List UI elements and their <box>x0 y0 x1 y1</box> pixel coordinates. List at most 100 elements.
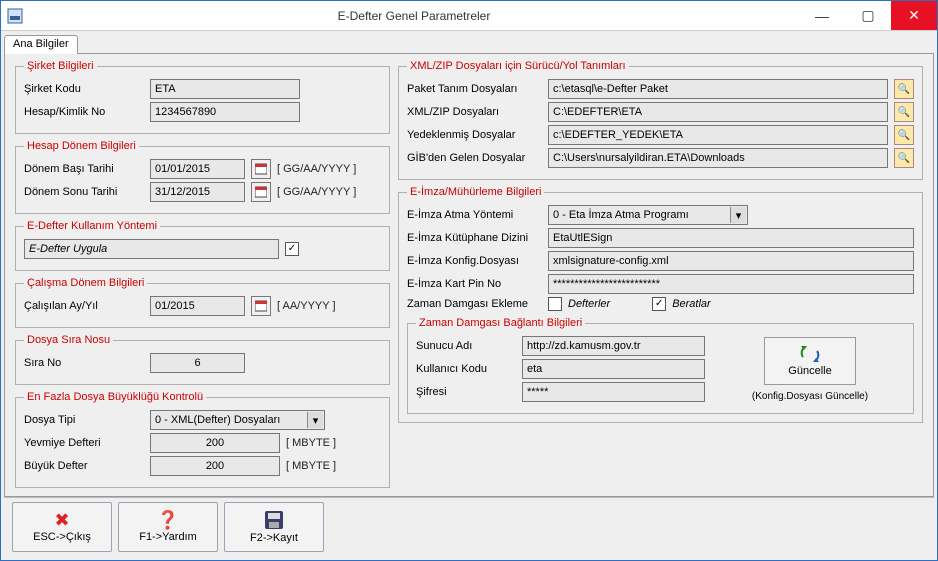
label-workperiod: Çalışılan Ay/Yıl <box>24 300 144 312</box>
legend-period: Hesap Dönem Bilgileri <box>24 140 139 152</box>
esc-exit-label: ESC->Çıkış <box>33 531 91 543</box>
field-workperiod[interactable]: 01/2015 <box>150 296 245 316</box>
titlebar: E-Defter Genel Parametreler — ▢ ✕ <box>1 1 937 31</box>
app-window: E-Defter Genel Parametreler — ▢ ✕ Ana Bi… <box>0 0 938 561</box>
label-ledger: Büyük Defter <box>24 460 144 472</box>
label-period-end: Dönem Sonu Tarihi <box>24 186 144 198</box>
label-filetype: Dosya Tipi <box>24 414 144 426</box>
checkbox-beratlar[interactable] <box>652 297 666 311</box>
select-esign-method[interactable]: 0 - Eta İmza Atma Programı ▾ <box>548 205 748 225</box>
hint-period-end: [ GG/AA/YYYY ] <box>277 186 356 198</box>
update-button[interactable]: Güncelle <box>764 337 856 385</box>
field-journal[interactable]: 200 <box>150 433 280 453</box>
field-period-start[interactable]: 01/01/2015 <box>150 159 245 179</box>
chevron-down-icon: ▾ <box>307 412 323 428</box>
field-xml-path[interactable]: C:\EDEFTER\ETA <box>548 102 888 122</box>
content-area: Ana Bilgiler Şirket Bilgileri Şirket Kod… <box>1 31 937 560</box>
field-seq[interactable]: 6 <box>150 353 245 373</box>
legend-workperiod: Çalışma Dönem Bilgileri <box>24 277 147 289</box>
calendar-icon[interactable] <box>251 182 271 202</box>
label-period-start: Dönem Başı Tarihi <box>24 163 144 175</box>
f1-help-button[interactable]: ❓ F1->Yardım <box>118 502 218 552</box>
help-icon: ❓ <box>157 511 179 529</box>
select-filetype[interactable]: 0 - XML(Defter) Dosyaları ▾ <box>150 410 325 430</box>
group-esign: E-İmza/Mühürleme Bilgileri E-İmza Atma Y… <box>398 186 923 423</box>
group-seq: Dosya Sıra Nosu Sıra No 6 <box>15 334 390 385</box>
field-ledger[interactable]: 200 <box>150 456 280 476</box>
label-ts-pwd: Şifresi <box>416 386 516 398</box>
label-xml-path: XML/ZIP Dosyaları <box>407 106 542 118</box>
group-filesize: En Fazla Dosya Büyüklüğü Kontrolü Dosya … <box>15 391 390 488</box>
close-button[interactable]: ✕ <box>891 1 937 30</box>
unit-ledger: [ MBYTE ] <box>286 460 336 472</box>
label-gib-path: GİB'den Gelen Dosyalar <box>407 152 542 164</box>
app-icon <box>1 8 29 24</box>
folder-icon[interactable]: 🔍 <box>894 79 914 99</box>
update-hint: (Konfig.Dosyası Güncelle) <box>752 391 868 402</box>
field-esign-lib[interactable]: EtaUtlESign <box>548 228 914 248</box>
hint-period-start: [ GG/AA/YYYY ] <box>277 163 356 175</box>
field-ts-server[interactable]: http://zd.kamusm.gov.tr <box>522 336 705 356</box>
label-esign-lib: E-İmza Kütüphane Dizini <box>407 232 542 244</box>
f1-help-label: F1->Yardım <box>139 531 197 543</box>
group-usage: E-Defter Kullanım Yöntemi E-Defter Uygul… <box>15 220 390 271</box>
label-account-no: Hesap/Kimlik No <box>24 106 144 118</box>
field-ts-pwd[interactable]: ***** <box>522 382 705 402</box>
right-column: XML/ZIP Dosyaları için Sürücü/Yol Tanıml… <box>398 60 923 490</box>
field-bak-path[interactable]: c:\EDEFTER_YEDEK\ETA <box>548 125 888 145</box>
label-esign-cfg: E-İmza Konfig.Dosyası <box>407 255 542 267</box>
label-ts-server: Sunucu Adı <box>416 340 516 352</box>
folder-icon[interactable]: 🔍 <box>894 125 914 145</box>
select-esign-method-value: 0 - Eta İmza Atma Programı <box>553 209 689 221</box>
main-area: Şirket Bilgileri Şirket Kodu ETA Hesap/K… <box>4 54 934 497</box>
label-esign-method: E-İmza Atma Yöntemi <box>407 209 542 221</box>
left-column: Şirket Bilgileri Şirket Kodu ETA Hesap/K… <box>15 60 390 490</box>
close-icon: ✖ <box>54 511 69 529</box>
window-buttons: — ▢ ✕ <box>799 1 937 30</box>
f2-save-button[interactable]: F2->Kayıt <box>224 502 324 552</box>
field-gib-path[interactable]: C:\Users\nursalyildiran.ETA\Downloads <box>548 148 888 168</box>
refresh-icon <box>799 345 821 363</box>
tab-strip: Ana Bilgiler <box>4 34 934 54</box>
field-period-end[interactable]: 31/12/2015 <box>150 182 245 202</box>
label-defterler: Defterler <box>568 298 610 310</box>
minimize-button[interactable]: — <box>799 1 845 30</box>
field-account-no[interactable]: 1234567890 <box>150 102 300 122</box>
esc-exit-button[interactable]: ✖ ESC->Çıkış <box>12 502 112 552</box>
tab-ana-bilgiler[interactable]: Ana Bilgiler <box>4 35 78 54</box>
calendar-icon[interactable] <box>251 296 271 316</box>
label-pkg-path: Paket Tanım Dosyaları <box>407 83 542 95</box>
legend-usage: E-Defter Kullanım Yöntemi <box>24 220 160 232</box>
checkbox-usage[interactable] <box>285 242 299 256</box>
label-beratlar: Beratlar <box>672 298 711 310</box>
save-icon <box>264 510 284 530</box>
field-esign-pin[interactable]: ************************* <box>548 274 914 294</box>
group-paths: XML/ZIP Dosyaları için Sürücü/Yol Tanıml… <box>398 60 923 180</box>
maximize-button[interactable]: ▢ <box>845 1 891 30</box>
label-seq: Sıra No <box>24 357 144 369</box>
legend-tsconn: Zaman Damgası Bağlantı Bilgileri <box>416 317 585 329</box>
label-ts-add: Zaman Damgası Ekleme <box>407 298 542 310</box>
f2-save-label: F2->Kayıt <box>250 532 298 544</box>
checkbox-defterler[interactable] <box>548 297 562 311</box>
folder-icon[interactable]: 🔍 <box>894 102 914 122</box>
field-pkg-path[interactable]: c:\etasql\e-Defter Paket <box>548 79 888 99</box>
field-company-code[interactable]: ETA <box>150 79 300 99</box>
label-company-code: Şirket Kodu <box>24 83 144 95</box>
label-esign-pin: E-İmza Kart Pin No <box>407 278 542 290</box>
group-period: Hesap Dönem Bilgileri Dönem Başı Tarihi … <box>15 140 390 214</box>
field-ts-user[interactable]: eta <box>522 359 705 379</box>
legend-esign: E-İmza/Mühürleme Bilgileri <box>407 186 544 198</box>
group-workperiod: Çalışma Dönem Bilgileri Çalışılan Ay/Yıl… <box>15 277 390 328</box>
legend-company: Şirket Bilgileri <box>24 60 97 72</box>
label-journal: Yevmiye Defteri <box>24 437 144 449</box>
hint-workperiod: [ AA/YYYY ] <box>277 300 336 312</box>
field-esign-cfg[interactable]: xmlsignature-config.xml <box>548 251 914 271</box>
field-usage[interactable]: E-Defter Uygula <box>24 239 279 259</box>
group-tsconn: Zaman Damgası Bağlantı Bilgileri Sunucu … <box>407 317 914 414</box>
label-ts-user: Kullanıcı Kodu <box>416 363 516 375</box>
folder-icon[interactable]: 🔍 <box>894 148 914 168</box>
calendar-icon[interactable] <box>251 159 271 179</box>
legend-seq: Dosya Sıra Nosu <box>24 334 113 346</box>
label-bak-path: Yedeklenmiş Dosyalar <box>407 129 542 141</box>
